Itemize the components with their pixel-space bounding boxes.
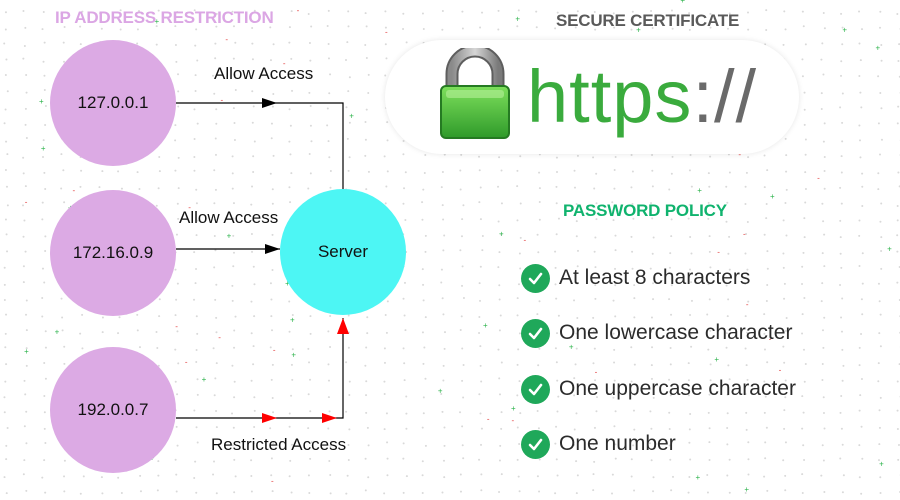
ip-node-192-0-0-7: 192.0.0.7 bbox=[50, 347, 176, 473]
padlock-icon bbox=[440, 48, 510, 139]
arrow-allow-2 bbox=[265, 244, 280, 254]
policy-rule-text: One lowercase character bbox=[559, 321, 793, 344]
server-node: Server bbox=[280, 189, 406, 315]
policy-rule: At least 8 characters bbox=[521, 262, 750, 294]
server-label: Server bbox=[317, 242, 369, 261]
https-protocol: https bbox=[527, 55, 693, 138]
ip-node-label: 192.0.0.7 bbox=[77, 400, 149, 419]
policy-rule-text: At least 8 characters bbox=[559, 266, 751, 289]
ip-node-127-0-0-1: 127.0.0.1 bbox=[50, 40, 176, 166]
check-circle-icon bbox=[521, 318, 550, 348]
edge-label-allow-2: Allow Access bbox=[179, 208, 279, 227]
check-circle-icon bbox=[521, 374, 550, 404]
https-separator: :// bbox=[692, 55, 758, 138]
https-text: https:// bbox=[527, 60, 757, 134]
policy-rule-text: One uppercase character bbox=[559, 377, 796, 400]
secure-certificate-title: SECURE CERTIFICATE bbox=[556, 11, 740, 30]
ip-node-label: 172.16.0.9 bbox=[72, 243, 154, 262]
arrow-restricted-2 bbox=[322, 413, 337, 423]
edge-label-allow-1: Allow Access bbox=[214, 64, 314, 83]
edge-label-restricted: Restricted Access bbox=[211, 435, 347, 454]
password-policy-title: PASSWORD POLICY bbox=[563, 201, 727, 220]
arrow-restricted-1 bbox=[262, 413, 277, 423]
ip-node-label: 127.0.0.1 bbox=[77, 93, 149, 112]
check-circle-icon bbox=[521, 429, 550, 459]
policy-rule: One number bbox=[521, 428, 676, 460]
ip-node-172-16-0-9: 172.16.0.9 bbox=[50, 190, 176, 316]
wire-1 bbox=[176, 102, 344, 193]
policy-rule-text: One number bbox=[559, 432, 676, 455]
check-circle-icon bbox=[521, 263, 550, 293]
arrow-allow-1 bbox=[262, 98, 277, 108]
arrow-restricted-3 bbox=[337, 318, 349, 334]
wire-3 bbox=[176, 318, 344, 419]
policy-rule: One lowercase character bbox=[521, 317, 792, 349]
policy-rule: One uppercase character bbox=[521, 373, 796, 405]
